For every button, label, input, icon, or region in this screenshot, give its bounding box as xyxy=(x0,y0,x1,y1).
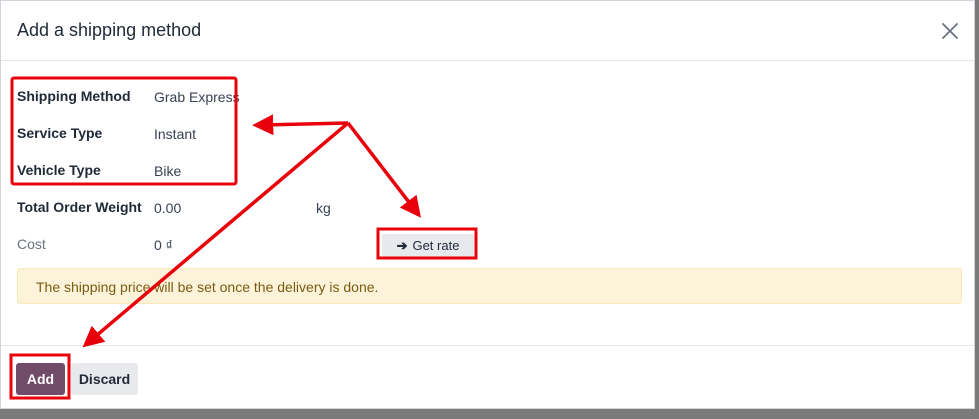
vehicle-type-field[interactable]: Bike xyxy=(154,163,181,179)
shipping-method-row: Shipping Method Grab Express xyxy=(17,88,247,108)
cost-value: 0 ₫ xyxy=(154,237,173,253)
vehicle-type-row: Vehicle Type Bike xyxy=(17,162,247,182)
cost-label: Cost xyxy=(17,236,46,252)
shipping-method-label: Shipping Method xyxy=(17,88,131,104)
alert-text: The shipping price will be set once the … xyxy=(36,279,379,295)
vehicle-type-label: Vehicle Type xyxy=(17,162,101,178)
discard-button[interactable]: Discard xyxy=(71,363,138,395)
dialog-footer xyxy=(1,345,974,408)
arrow-right-icon: ➔ xyxy=(396,237,408,253)
shipping-price-alert: The shipping price will be set once the … xyxy=(17,268,962,304)
shipping-method-field[interactable]: Grab Express xyxy=(154,89,240,105)
shipping-method-dialog: Add a shipping method Shipping Method Gr… xyxy=(0,0,975,409)
total-weight-row: Total Order Weight 0.00 kg xyxy=(17,199,357,219)
get-rate-button[interactable]: ➔ Get rate xyxy=(382,234,474,257)
close-button[interactable] xyxy=(938,19,962,43)
service-type-row: Service Type Instant xyxy=(17,125,247,145)
dialog-title: Add a shipping method xyxy=(17,20,202,40)
add-button[interactable]: Add xyxy=(16,363,65,395)
dialog-header: Add a shipping method xyxy=(1,1,974,61)
total-weight-field[interactable]: 0.00 xyxy=(154,200,181,216)
total-weight-label: Total Order Weight xyxy=(17,199,142,215)
get-rate-label: Get rate xyxy=(412,238,460,253)
close-icon xyxy=(942,23,958,39)
service-type-label: Service Type xyxy=(17,125,103,141)
service-type-field[interactable]: Instant xyxy=(154,126,196,142)
cost-row: Cost 0 ₫ xyxy=(17,236,247,256)
weight-unit: kg xyxy=(316,200,331,216)
